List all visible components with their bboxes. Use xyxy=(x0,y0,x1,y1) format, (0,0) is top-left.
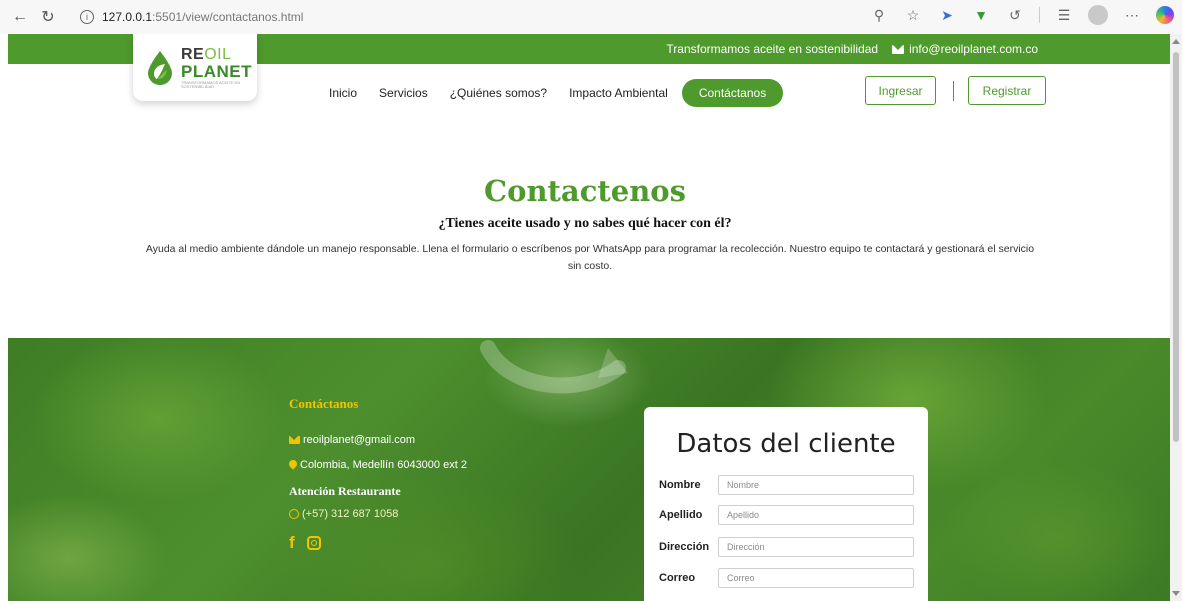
contact-section-background xyxy=(8,338,1170,601)
browser-toolbar: ← ↻ i 127.0.0.1:5501/view/contactanos.ht… xyxy=(0,0,1182,34)
apellido-label: Apellido xyxy=(659,509,703,521)
logo-re: RE xyxy=(181,45,205,63)
profile-avatar[interactable] xyxy=(1088,5,1108,25)
form-row-direccion: Dirección xyxy=(659,537,914,557)
shield-extension-icon[interactable]: ▼ xyxy=(971,5,991,25)
whatsapp-icon xyxy=(289,509,299,519)
contact-title: Contáctanos xyxy=(289,396,359,411)
recycle-swirl-graphic xyxy=(480,340,628,394)
url-host: 127.0.0.1 xyxy=(102,10,153,24)
correo-label: Correo xyxy=(659,572,696,584)
nav-item-impacto-ambiental[interactable]: Impacto Ambiental xyxy=(558,86,679,100)
register-button[interactable]: Registrar xyxy=(968,76,1046,105)
contact-whatsapp[interactable]: (+57) 312 687 1058 xyxy=(289,508,467,520)
auth-buttons: Ingresar Registrar xyxy=(865,76,1046,105)
page-subtitle: ¿Tienes aceite usado y no sabes qué hace… xyxy=(438,216,732,231)
logo-oil: OIL xyxy=(204,45,232,63)
copilot-icon[interactable] xyxy=(1156,6,1174,24)
main-navigation: Inicio Servicios ¿Quiénes somos? Impacto… xyxy=(318,79,784,107)
form-row-nombre: Nombre xyxy=(659,475,914,495)
auth-divider xyxy=(953,80,954,101)
logo-tagline: TRANSFORMAMOS ACEITE EN SOSTENIBILIDAD xyxy=(181,79,241,89)
contact-whatsapp-text: (+57) 312 687 1058 xyxy=(302,508,399,520)
url-path: :5501/view/contactanos.html xyxy=(152,10,304,24)
scroll-up-icon[interactable] xyxy=(1172,39,1180,44)
social-links: f xyxy=(289,533,467,553)
page-viewport: Transformamos aceite en sostenibilidad i… xyxy=(0,34,1170,601)
contact-email-text: reoilplanet@gmail.com xyxy=(303,434,416,446)
topbar-email[interactable]: info@reoilplanet.com.co xyxy=(892,42,1038,56)
correo-input[interactable] xyxy=(718,568,914,588)
nav-item-inicio[interactable]: Inicio xyxy=(318,86,368,100)
favorites-icon[interactable]: ☰ xyxy=(1054,5,1074,25)
page-title: Contactenos xyxy=(484,174,686,208)
nav-item-contactanos[interactable]: Contáctanos xyxy=(681,79,784,107)
info-icon[interactable]: i xyxy=(80,10,94,24)
favorite-star-icon[interactable]: ☆ xyxy=(903,5,923,25)
nav-item-quienes-somos[interactable]: ¿Quiénes somos? xyxy=(439,86,558,100)
page-scrollbar[interactable] xyxy=(1170,34,1182,601)
page-description: Ayuda al medio ambiente dándole un manej… xyxy=(145,243,1035,272)
logo-planet: PLANET xyxy=(181,61,252,81)
extension-icon[interactable]: ➤ xyxy=(937,5,957,25)
nav-item-servicios[interactable]: Servicios xyxy=(368,86,439,100)
instagram-icon[interactable] xyxy=(306,536,321,550)
envelope-icon xyxy=(892,44,905,54)
address-bar[interactable]: i 127.0.0.1:5501/view/contactanos.html xyxy=(70,5,313,29)
contact-info: Contáctanos reoilplanet@gmail.com Colomb… xyxy=(289,396,467,553)
contact-email[interactable]: reoilplanet@gmail.com xyxy=(289,434,467,446)
form-title: Datos del cliente xyxy=(676,429,896,459)
oil-drop-icon xyxy=(145,50,175,86)
attention-title: Atención Restaurante xyxy=(289,484,401,498)
scroll-down-icon[interactable] xyxy=(1172,591,1180,596)
direccion-input[interactable] xyxy=(718,537,914,557)
slogan-text: Transformamos aceite en sostenibilidad xyxy=(666,42,879,56)
envelope-icon xyxy=(289,436,300,444)
more-icon[interactable]: ⋯ xyxy=(1122,5,1142,25)
apellido-input[interactable] xyxy=(718,505,914,525)
client-form: Datos del cliente Nombre Apellido Direcc… xyxy=(644,407,928,601)
nombre-label: Nombre xyxy=(659,479,701,491)
zoom-icon[interactable]: ⚲ xyxy=(869,5,889,25)
topbar-email-text: info@reoilplanet.com.co xyxy=(909,42,1038,56)
back-icon[interactable]: ← xyxy=(6,3,34,31)
scrollbar-thumb[interactable] xyxy=(1173,52,1179,442)
location-pin-icon xyxy=(289,460,297,470)
site-logo[interactable]: REOIL PLANET TRANSFORMAMOS ACEITE EN SOS… xyxy=(133,34,257,101)
login-button[interactable]: Ingresar xyxy=(865,76,936,105)
contact-address-text: Colombia, Medellín 6043000 ext 2 xyxy=(300,459,467,471)
facebook-icon[interactable]: f xyxy=(289,533,295,553)
refresh-extension-icon[interactable]: ↺ xyxy=(1005,5,1025,25)
form-row-apellido: Apellido xyxy=(659,505,914,525)
toolbar-divider xyxy=(1039,7,1040,23)
contact-address: Colombia, Medellín 6043000 ext 2 xyxy=(289,459,467,471)
refresh-icon[interactable]: ↻ xyxy=(34,3,62,31)
direccion-label: Dirección xyxy=(659,541,710,553)
nombre-input[interactable] xyxy=(718,475,914,495)
form-row-correo: Correo xyxy=(659,568,914,588)
